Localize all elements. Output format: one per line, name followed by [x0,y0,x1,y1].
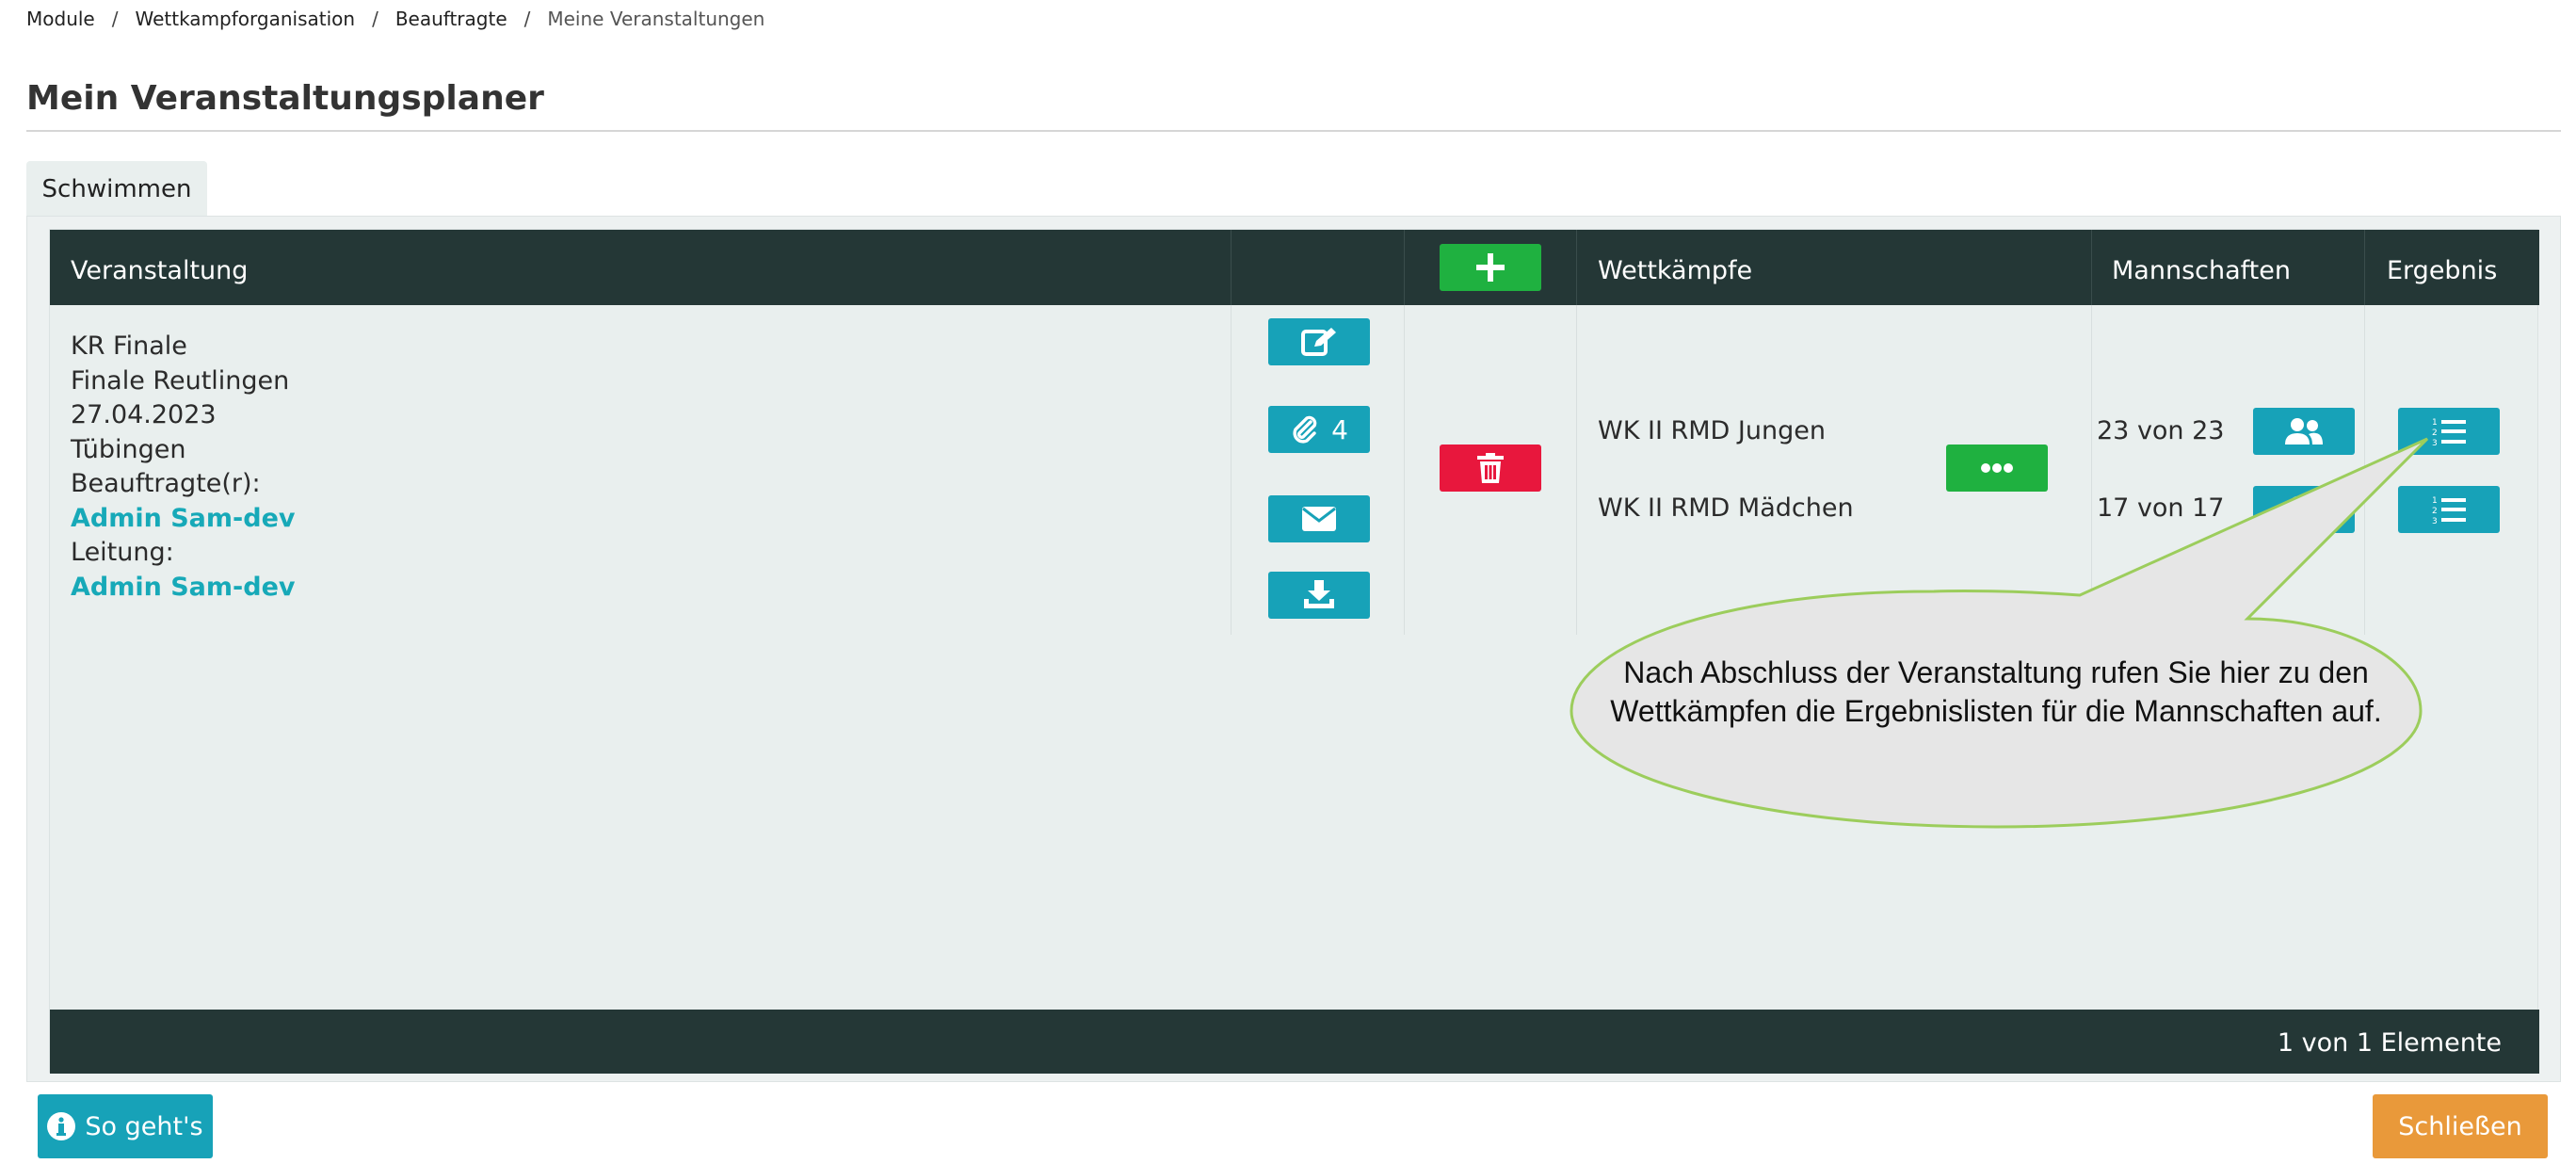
paperclip-icon [1293,415,1317,444]
email-button[interactable] [1268,495,1370,542]
edit-icon [1301,328,1336,356]
column-divider [1576,230,1577,305]
trash-icon [1477,453,1504,483]
pagination-count: 1 von 1 Elemente [2277,1028,2502,1058]
table-footer: 1 von 1 Elemente [50,1010,2539,1074]
event-location: Tübingen [71,434,186,464]
breadcrumb-separator: / [523,8,531,30]
svg-text:1: 1 [2432,418,2438,428]
info-icon [47,1112,76,1140]
breadcrumb-beauftragte[interactable]: Beauftragte [395,8,507,30]
page-title: Mein Veranstaltungsplaner [26,79,544,118]
callout-text: Nach Abschluss der Veranstaltung rufen S… [1610,655,2382,728]
column-divider [2364,230,2365,305]
event-date: 27.04.2023 [71,400,217,429]
column-divider [1404,230,1405,305]
header-ergebnis: Ergebnis [2387,256,2498,285]
plus-icon [1476,253,1505,282]
leitung-label: Leitung: [71,538,174,567]
edit-button[interactable] [1268,318,1370,365]
event-details: KR Finale Finale Reutlingen 27.04.2023 T… [71,330,295,605]
close-button[interactable]: Schließen [2373,1094,2548,1158]
event-name: KR Finale [71,331,187,361]
title-divider [26,130,2561,132]
help-button[interactable]: So geht's [38,1094,213,1158]
breadcrumb-wettkampforganisation[interactable]: Wettkampforganisation [135,8,355,30]
column-divider [2091,230,2092,305]
envelope-icon [1302,507,1336,531]
column-divider [1231,230,1232,305]
svg-text:3: 3 [2432,439,2438,445]
breadcrumb-current: Meine Veranstaltungen [547,8,765,30]
svg-text:2: 2 [2432,507,2438,516]
download-button[interactable] [1268,572,1370,619]
svg-text:3: 3 [2432,517,2438,524]
list-ordered-icon: 1 2 3 [2432,418,2466,445]
delete-button[interactable] [1440,445,1541,492]
add-button[interactable] [1440,244,1541,291]
header-mannschaften: Mannschaften [2112,256,2291,285]
callout-bubble [1570,437,2429,829]
header-veranstaltung: Veranstaltung [71,256,249,285]
header-wettkaempfe: Wettkämpfe [1598,256,1753,285]
event-subtitle: Finale Reutlingen [71,365,290,396]
list-ordered-icon: 1 2 3 [2432,496,2466,524]
column-divider [1404,305,1405,635]
breadcrumb: Module / Wettkampforganisation / Beauftr… [26,8,765,30]
svg-text:1: 1 [2432,496,2438,506]
leitung-link[interactable]: Admin Sam-dev [71,571,295,606]
breadcrumb-module[interactable]: Module [26,8,95,30]
help-button-label: So geht's [85,1111,203,1141]
tab-schwimmen[interactable]: Schwimmen [26,161,207,218]
beauftragte-label: Beauftragte(r): [71,469,261,498]
svg-text:2: 2 [2432,428,2438,438]
breadcrumb-separator: / [111,8,119,30]
breadcrumb-separator: / [372,8,378,30]
beauftragte-link[interactable]: Admin Sam-dev [71,502,295,537]
download-icon [1304,580,1334,608]
column-divider [1231,305,1232,635]
table-header: Veranstaltung Wettkämpfe Mannschaften Er… [50,230,2539,305]
attachments-count: 4 [1331,413,1348,445]
attachments-button[interactable]: 4 [1268,406,1370,453]
